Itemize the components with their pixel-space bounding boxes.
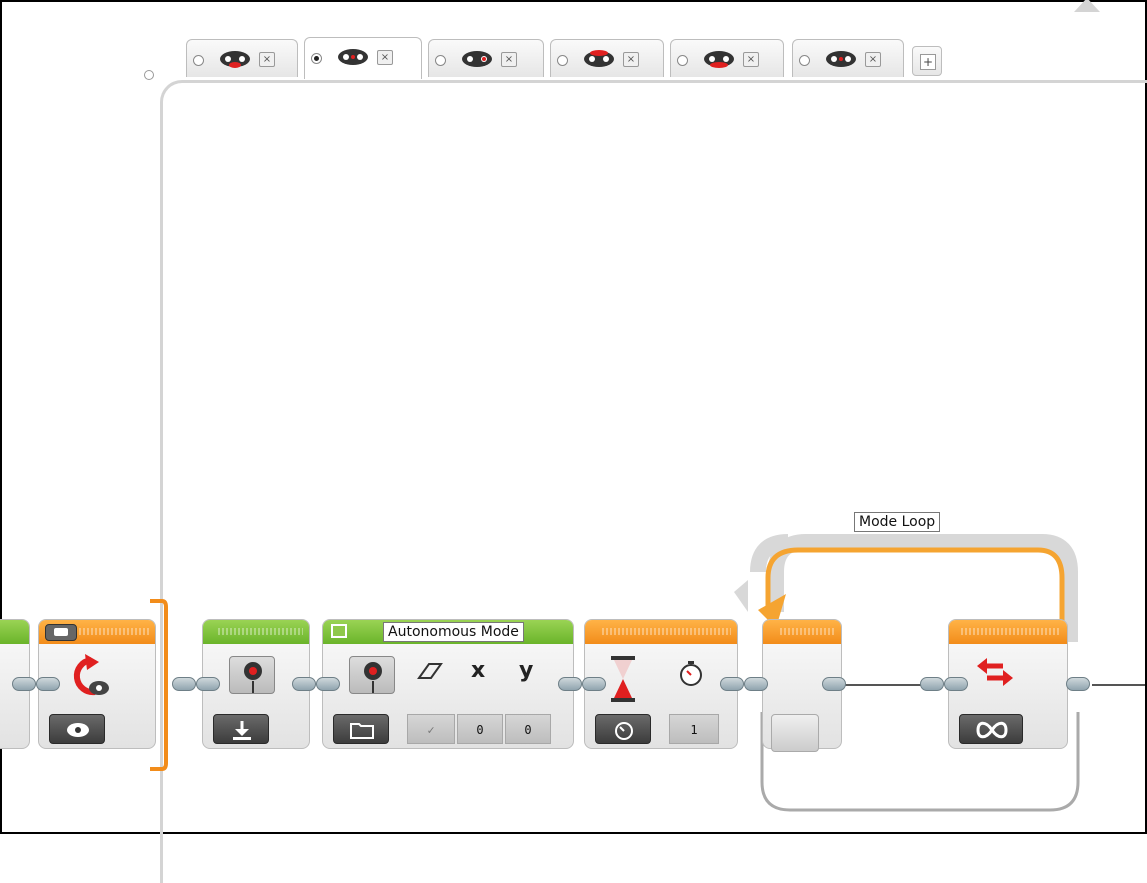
sequence-plug[interactable] (582, 677, 606, 691)
y-value-field[interactable]: 0 (505, 714, 551, 744)
block-header (39, 620, 155, 644)
download-button[interactable] (213, 714, 269, 744)
eraser-icon (417, 663, 443, 679)
ev3-brick-icon (67, 723, 89, 737)
download-icon (233, 721, 251, 740)
ev3-brick-icon (584, 50, 614, 67)
sequence-plug[interactable] (316, 677, 340, 691)
sequence-plug[interactable] (172, 677, 196, 691)
wait-mode-button[interactable] (595, 714, 651, 744)
tab-program-3[interactable]: × (428, 39, 544, 77)
tab-program-4[interactable]: × (550, 39, 664, 77)
block-header (203, 620, 309, 644)
block-title[interactable]: Autonomous Mode (383, 622, 524, 642)
ev3-brick-icon (220, 51, 250, 68)
brick-select-button[interactable] (49, 714, 105, 744)
sequence-plug[interactable] (292, 677, 316, 691)
sequence-plug[interactable] (744, 677, 768, 691)
block-header (585, 620, 737, 644)
sequence-plug[interactable] (920, 677, 944, 691)
tab-radio[interactable] (677, 55, 688, 66)
display-icon (331, 624, 347, 638)
block-header: Autonomous Mode (323, 620, 573, 644)
loop-mode-button[interactable] (959, 714, 1023, 744)
ev3-brick-icon (704, 51, 734, 68)
block-header (0, 620, 29, 644)
loop-sequence-slot (771, 714, 819, 752)
brick-mode-button[interactable] (229, 656, 275, 694)
x-value-field[interactable]: 0 (457, 714, 503, 744)
infinity-icon (976, 721, 1008, 739)
plus-icon: + (920, 54, 936, 70)
brick-screen-icon (364, 662, 382, 693)
sequence-wire (1092, 684, 1145, 686)
timer-icon (615, 722, 633, 740)
folder-icon (350, 723, 374, 739)
tab-radio[interactable] (557, 55, 568, 66)
close-tab-button[interactable]: × (501, 52, 517, 67)
close-tab-button[interactable]: × (377, 50, 393, 65)
x-param-label: x (471, 658, 486, 683)
tab-program-1[interactable]: × (186, 39, 298, 77)
add-tab-button[interactable]: + (912, 46, 942, 76)
ev3-brick-icon (338, 49, 368, 65)
tab-program-5[interactable]: × (670, 39, 784, 77)
display-mode-button[interactable] (349, 656, 395, 694)
sequence-plug[interactable] (558, 677, 582, 691)
block-header (949, 620, 1067, 644)
sequence-plug[interactable] (720, 677, 744, 691)
scroll-marker (1074, 0, 1100, 12)
hourglass-icon (611, 656, 635, 702)
loop-restart-icon (73, 654, 109, 696)
sequence-plug[interactable] (12, 677, 36, 691)
wait-block[interactable]: 1 (584, 619, 738, 749)
close-tab-button[interactable]: × (623, 52, 639, 67)
tab-program-2[interactable]: × (304, 37, 422, 79)
ev3-brick-icon (462, 51, 492, 67)
close-tab-button[interactable]: × (865, 52, 881, 67)
close-tab-button[interactable]: × (743, 52, 759, 67)
tab-radio[interactable] (799, 55, 810, 66)
sequence-plug[interactable] (1066, 677, 1090, 691)
tab-radio[interactable] (311, 53, 322, 64)
program-canvas: × × × × × × + Autonomous Mode x y ✓ 0 0 … (0, 0, 1147, 883)
sequence-wire (842, 684, 922, 686)
start-tab-icon (45, 624, 77, 641)
file-open-button[interactable] (333, 714, 389, 744)
loop-icon (977, 658, 1013, 686)
brick-screen-icon (244, 662, 262, 693)
clear-screen-check[interactable]: ✓ (407, 714, 455, 744)
tab-program-6[interactable]: × (792, 39, 904, 77)
tab-radio[interactable] (193, 55, 204, 66)
sequence-plug[interactable] (36, 677, 60, 691)
sequence-plug[interactable] (944, 677, 968, 691)
timer-icon (680, 661, 702, 686)
loop-name-label[interactable]: Mode Loop (854, 512, 941, 532)
canvas-origin-marker (144, 70, 154, 80)
y-param-label: y (519, 658, 534, 683)
close-tab-button[interactable]: × (259, 52, 275, 67)
display-block[interactable]: Autonomous Mode x y ✓ 0 0 (322, 619, 574, 749)
sequence-plug[interactable] (822, 677, 846, 691)
ev3-brick-icon (826, 51, 856, 67)
wait-seconds-field[interactable]: 1 (669, 714, 719, 744)
block-header (763, 620, 841, 644)
tab-radio[interactable] (435, 55, 446, 66)
sequence-plug[interactable] (196, 677, 220, 691)
